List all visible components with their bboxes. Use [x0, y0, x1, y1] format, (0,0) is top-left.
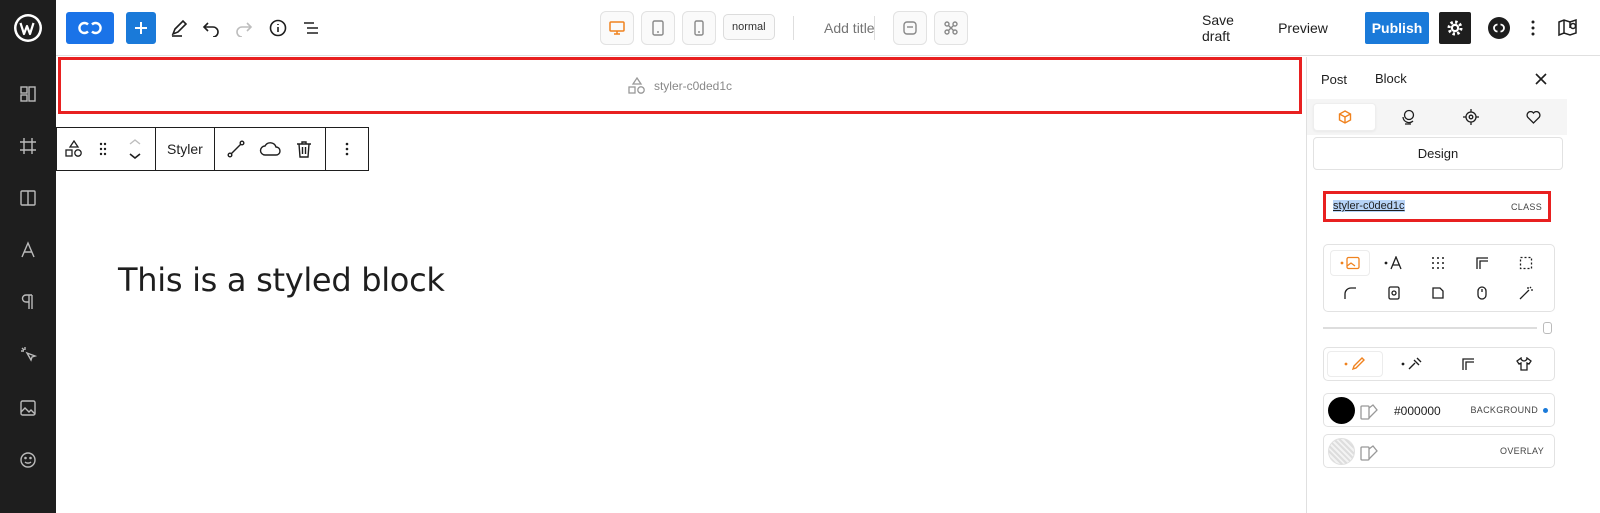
settings-sidebar: Post Block Design styler-c0ded1c CLASS #…: [1306, 57, 1600, 513]
fill-brush-icon[interactable]: [1327, 351, 1383, 377]
background-hex-value[interactable]: #000000: [1394, 404, 1441, 418]
emoji-icon[interactable]: [14, 446, 42, 474]
top-toolbar: normal Add title Save draft Preview Publ…: [56, 0, 1600, 56]
color-palette-icon[interactable]: [1360, 443, 1378, 461]
interactions-icon[interactable]: [14, 340, 42, 368]
animation-icon[interactable]: [1376, 103, 1439, 131]
grid-dots-icon[interactable]: [1418, 250, 1458, 276]
background-swatch[interactable]: [1328, 397, 1355, 424]
mobile-preview-button[interactable]: [682, 11, 716, 45]
overlay-swatch[interactable]: [1328, 438, 1355, 465]
sidebar-tabs: Post Block: [1307, 57, 1600, 101]
typography-style-icon[interactable]: [1374, 250, 1414, 276]
blocks-icon[interactable]: [14, 80, 42, 108]
editor-canvas: styler-c0ded1c Styler This is a styled b…: [56, 57, 1306, 513]
active-indicator-dot: [1543, 408, 1548, 413]
tablet-preview-button[interactable]: [641, 11, 675, 45]
opacity-icon[interactable]: [1462, 280, 1502, 306]
overlay-color-row[interactable]: OVERLAY: [1323, 434, 1555, 468]
plugin-logo-button[interactable]: [66, 12, 114, 44]
divider: [793, 16, 794, 40]
add-title-button[interactable]: Add title: [824, 12, 875, 44]
more-options-icon[interactable]: [1521, 12, 1545, 44]
add-block-button[interactable]: [126, 12, 156, 44]
wordpress-logo[interactable]: [0, 0, 56, 56]
gradient-picker-icon[interactable]: [1384, 351, 1440, 377]
styler-block[interactable]: styler-c0ded1c: [58, 57, 1302, 114]
connections-icon[interactable]: [934, 11, 968, 45]
heart-icon[interactable]: [1502, 103, 1565, 131]
target-icon[interactable]: [1439, 103, 1502, 131]
spacing-icon[interactable]: [1462, 250, 1502, 276]
tab-block[interactable]: Block: [1361, 57, 1421, 101]
tab-post[interactable]: Post: [1321, 57, 1347, 101]
block-toolbar-group: Styler: [156, 128, 215, 170]
block-class-label: styler-c0ded1c: [653, 78, 733, 93]
block-options-icon[interactable]: [330, 128, 364, 170]
border-radius-icon[interactable]: [1330, 280, 1370, 306]
state-slider-knob[interactable]: [1543, 322, 1552, 334]
link-path-icon[interactable]: [219, 128, 253, 170]
block-type-shapes-icon[interactable]: [57, 128, 91, 170]
shirt-icon[interactable]: [1496, 351, 1552, 377]
close-icon[interactable]: [1529, 67, 1553, 91]
publish-button[interactable]: Publish: [1365, 12, 1429, 44]
block-toolbar-group: [215, 128, 326, 170]
redo-icon[interactable]: [229, 12, 259, 44]
layout-icon[interactable]: [14, 184, 42, 212]
styler-label-button[interactable]: Styler: [156, 141, 214, 157]
undo-icon[interactable]: [196, 12, 226, 44]
class-value[interactable]: styler-c0ded1c: [1333, 200, 1405, 212]
left-rail: [0, 0, 56, 513]
desktop-preview-button[interactable]: [600, 11, 634, 45]
styled-block-heading[interactable]: This is a styled block: [118, 261, 445, 299]
background-subtabs: [1323, 347, 1555, 381]
block-toolbar-group: [57, 128, 156, 170]
map-pin-icon[interactable]: [1553, 12, 1583, 44]
trash-icon[interactable]: [287, 128, 321, 170]
state-mode-select[interactable]: normal: [723, 14, 775, 40]
block-toolbar: Styler: [56, 127, 369, 171]
block-cube-icon[interactable]: [1313, 103, 1376, 131]
divider: [874, 16, 875, 40]
typography-icon[interactable]: [14, 236, 42, 264]
preview-button[interactable]: Preview: [1278, 12, 1328, 44]
template-icon[interactable]: [893, 11, 927, 45]
effects-wand-icon[interactable]: [1506, 280, 1546, 306]
background-style-icon[interactable]: [1330, 250, 1370, 276]
move-up-down-icon[interactable]: [115, 128, 155, 170]
position-icon[interactable]: [1440, 351, 1496, 377]
paragraph-icon[interactable]: [14, 288, 42, 316]
class-tag-label: CLASS: [1510, 202, 1542, 212]
drag-handle-icon[interactable]: [91, 128, 115, 170]
design-button[interactable]: Design: [1313, 137, 1563, 170]
styler-plugin-icon[interactable]: [1448, 12, 1478, 44]
media-icon[interactable]: [14, 394, 42, 422]
edit-pencil-icon[interactable]: [164, 12, 194, 44]
shapes-icon: [628, 76, 645, 94]
cloud-icon[interactable]: [253, 128, 287, 170]
editor-app: normal Add title Save draft Preview Publ…: [0, 0, 1600, 513]
overlay-label: OVERLAY: [1500, 446, 1544, 456]
state-slider-track[interactable]: [1323, 327, 1537, 329]
dimensions-icon[interactable]: [1506, 250, 1546, 276]
panel-icon-tabs: [1313, 103, 1565, 131]
shadow-icon[interactable]: [1418, 280, 1458, 306]
style-category-grid: [1323, 244, 1555, 312]
color-palette-icon[interactable]: [1360, 402, 1378, 420]
frame-icon[interactable]: [14, 132, 42, 160]
list-view-icon[interactable]: [296, 12, 326, 44]
save-draft-button[interactable]: Save draft: [1202, 12, 1264, 44]
border-icon[interactable]: [1374, 280, 1414, 306]
block-toolbar-group: [326, 128, 368, 170]
background-color-row[interactable]: #000000 BACKGROUND: [1323, 393, 1555, 427]
styler-account-icon[interactable]: [1484, 12, 1514, 44]
class-name-field[interactable]: styler-c0ded1c CLASS: [1323, 191, 1551, 222]
background-label: BACKGROUND: [1470, 405, 1538, 415]
info-icon[interactable]: [263, 12, 293, 44]
